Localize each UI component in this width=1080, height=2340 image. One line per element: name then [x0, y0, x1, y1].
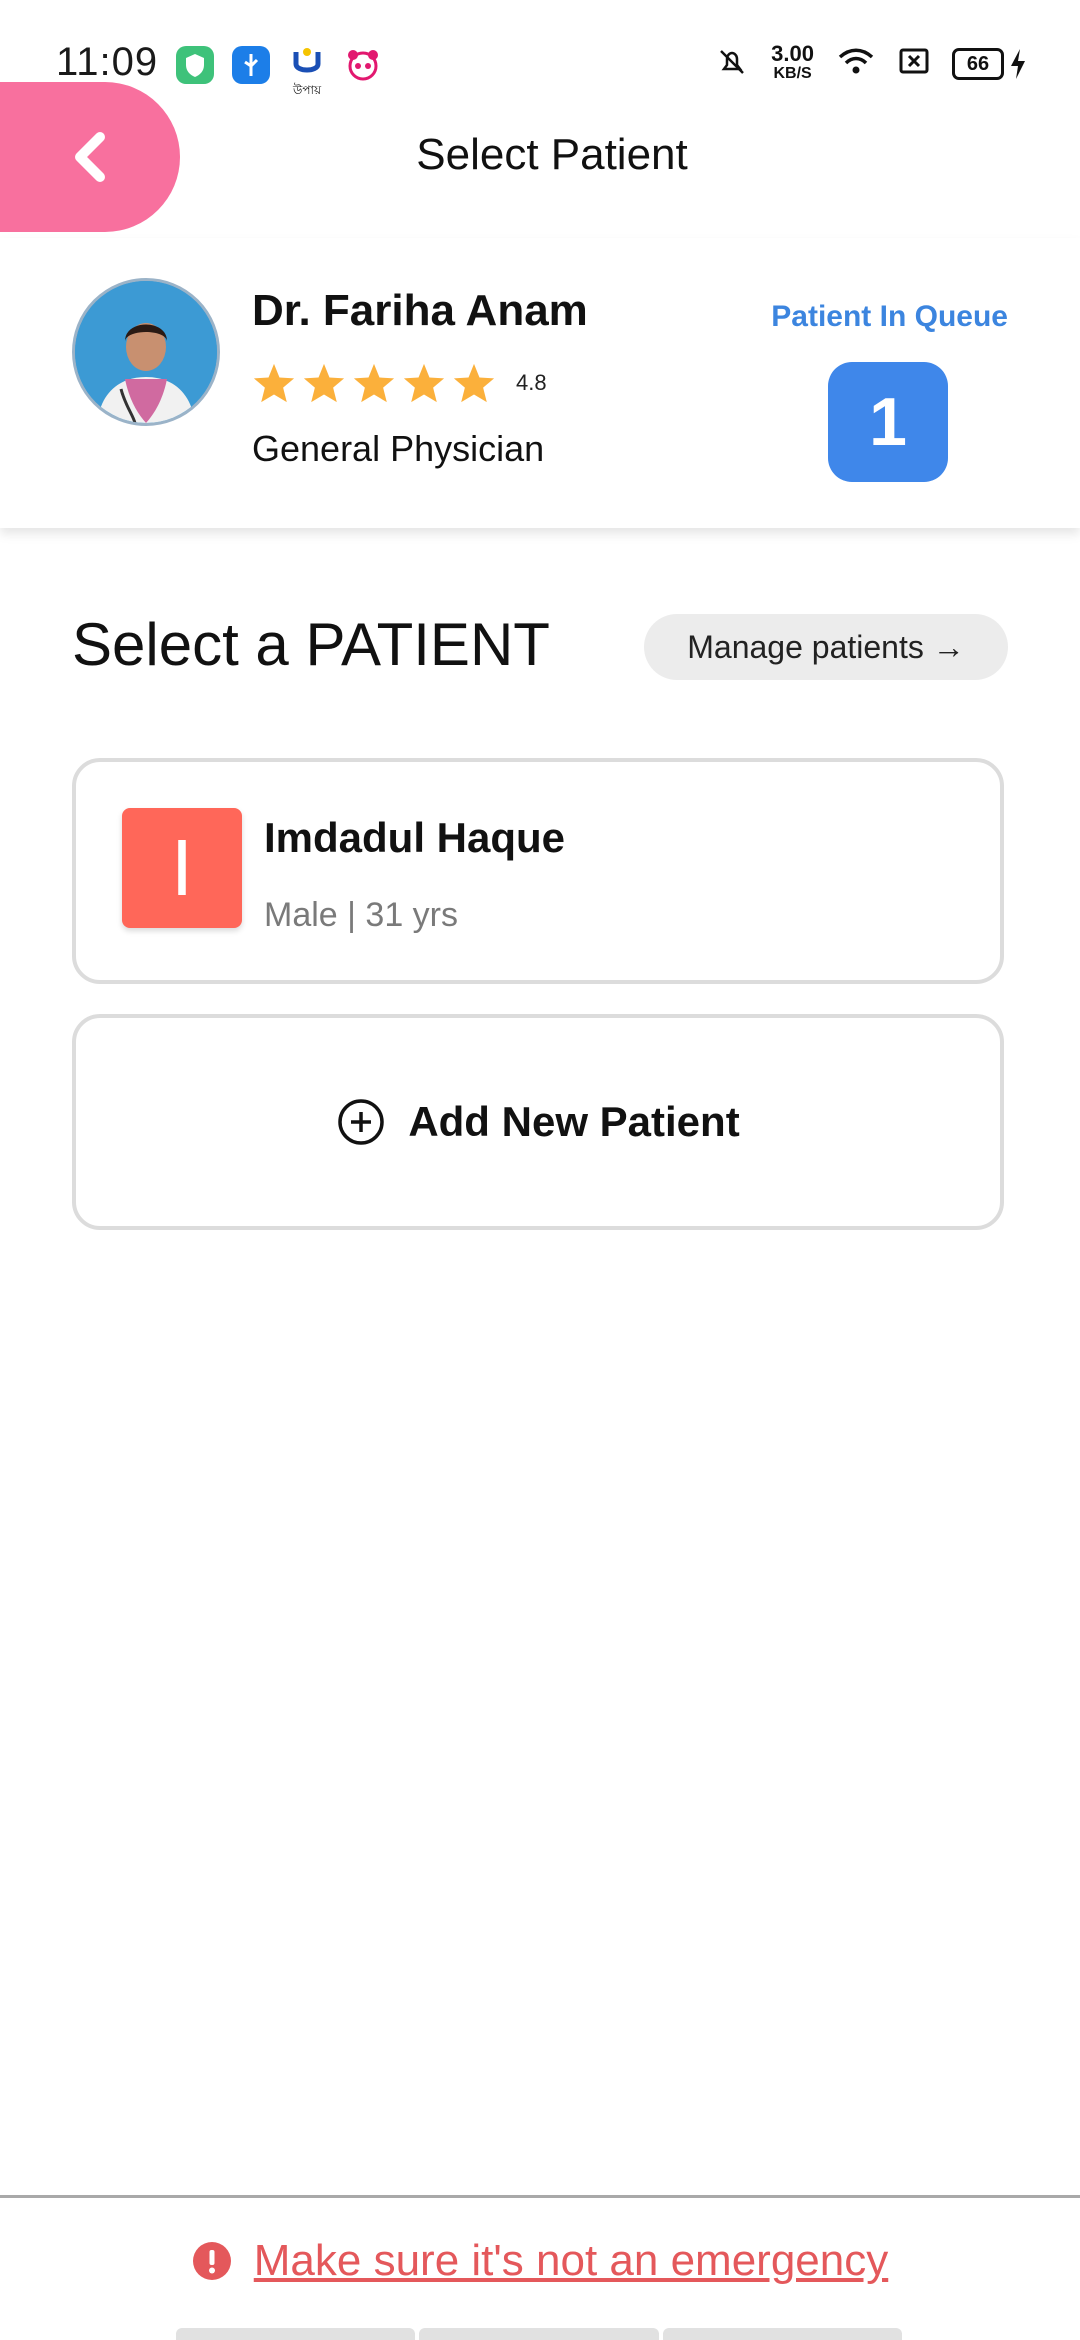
shield-app-icon [176, 46, 214, 84]
doctor-specialty: General Physician [252, 428, 545, 469]
battery-level: 66 [952, 48, 1004, 80]
bottom-tab-strip [176, 2328, 902, 2340]
add-new-patient-button[interactable]: Add New Patient [72, 1014, 1004, 1230]
page-title: Select Patient [416, 130, 688, 179]
wifi-icon [836, 45, 876, 84]
queue-count-badge: 1 [828, 362, 948, 482]
doctor-avatar [72, 278, 220, 426]
patient-initial-avatar: I [122, 808, 242, 928]
foodpanda-icon [344, 46, 382, 84]
star-icon [403, 363, 445, 403]
queue-label: Patient In Queue [771, 300, 1008, 333]
add-new-patient-label: Add New Patient [408, 1098, 740, 1145]
star-icon [353, 363, 395, 403]
patient-name: Imdadul Haque [264, 814, 566, 861]
rating-value: 4.8 [516, 370, 547, 395]
bottom-divider [0, 2195, 1080, 2198]
star-icon [253, 363, 295, 403]
system-icons: 3.00 KB/S 66 [715, 41, 1028, 84]
doctor-name: Dr. Fariha Anam [252, 286, 588, 335]
alert-circle-icon [192, 2242, 231, 2280]
section-title: Select a PATIENT [72, 611, 550, 678]
notification-icons: উপায় [176, 46, 382, 97]
usb-icon [232, 46, 270, 84]
upay-label: উপায় [292, 83, 322, 97]
rating-stars: 4.8 [252, 362, 547, 404]
tab-strip-segment [176, 2328, 416, 2340]
network-speed: 3.00 KB/S [771, 41, 814, 84]
patient-meta: Male | 31 yrs [264, 896, 459, 934]
tab-strip-segment [419, 2328, 659, 2340]
star-icon [453, 363, 495, 403]
sim-icon [898, 47, 930, 82]
tab-strip-segment [662, 2328, 902, 2340]
emergency-notice: Make sure it's not an emergency [0, 2236, 1080, 2286]
network-speed-value: 3.00 [771, 41, 814, 66]
manage-patients-button[interactable]: Manage patients → [644, 614, 1008, 680]
charging-icon [1011, 49, 1025, 79]
status-time: 11:09 [56, 40, 159, 84]
network-speed-unit: KB/S [773, 65, 812, 82]
emergency-link[interactable]: Make sure it's not an emergency [254, 2236, 888, 2286]
plus-circle-icon [338, 1099, 385, 1145]
mute-bell-icon [715, 45, 749, 84]
doctor-card: Dr. Fariha Anam 4.8 General Physician Pa… [0, 238, 1080, 528]
upay-app-icon: উপায় [288, 46, 326, 97]
patient-card[interactable]: I Imdadul Haque Male | 31 yrs [72, 758, 1004, 984]
star-icon [303, 363, 345, 403]
